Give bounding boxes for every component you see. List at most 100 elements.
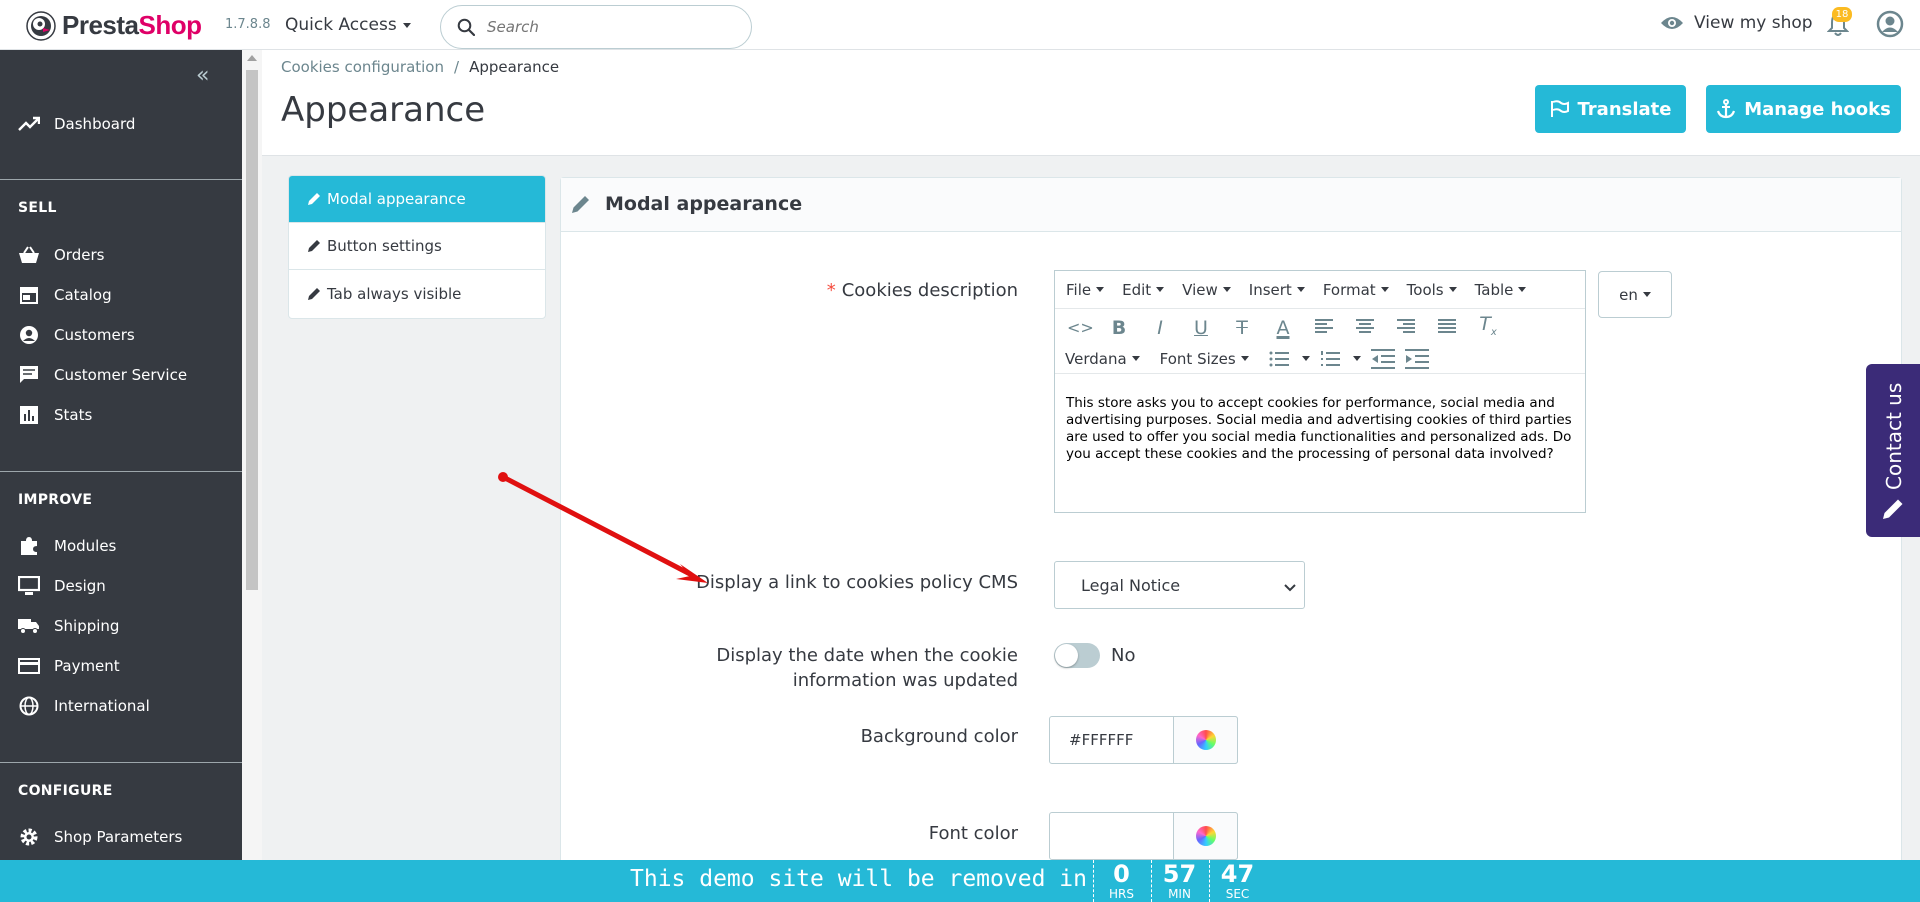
translate-button-label: Translate [1577,98,1672,120]
sidebar-item-label: Shop Parameters [54,828,183,846]
font-size-select[interactable]: Font Sizes [1160,350,1249,368]
breadcrumb-parent-link[interactable]: Cookies configuration [281,58,444,76]
sidebar-item-label: Dashboard [54,115,136,133]
font-color-picker-button[interactable] [1173,812,1238,860]
search-box[interactable] [440,5,752,49]
outdent-icon[interactable] [1370,348,1395,369]
sidebar-divider [0,471,242,472]
color-wheel-icon [1195,826,1216,846]
logo-text-presta: Presta [62,10,139,40]
bold-icon[interactable]: B [1108,318,1130,338]
editor-menubar: File Edit View Insert Format Tools Table [1055,271,1585,309]
sidebar-item-label: Customers [54,326,135,344]
view-my-shop-label: View my shop [1694,13,1813,33]
sidebar-item-stats[interactable]: Stats [0,397,242,433]
sidebar-item-label: International [54,697,150,715]
cms-link-label: Display a link to cookies policy CMS [696,572,1018,593]
sidebar-item-orders[interactable]: Orders [0,237,242,273]
sidebar-item-label: Catalog [54,286,112,304]
collapse-sidebar-icon[interactable]: « [196,63,209,88]
sidebar-item-dashboard[interactable]: Dashboard [0,106,242,142]
italic-icon[interactable]: I [1149,318,1171,338]
panel-title: Modal appearance [605,193,803,215]
menu-insert[interactable]: Insert [1249,281,1305,299]
clear-formatting-icon[interactable]: Tx [1477,314,1499,343]
sidebar-item-label: Design [54,577,106,595]
sidebar-item-modules[interactable]: Modules [0,528,242,564]
account-circle-icon [18,324,40,346]
editor-toolbar-row1: <> B I U T A Tx [1055,310,1585,346]
sidebar-item-customers[interactable]: Customers [0,317,242,353]
sidebar-item-customer-service[interactable]: Customer Service [0,357,242,393]
align-right-icon[interactable] [1395,318,1417,338]
sidebar-item-design[interactable]: Design [0,568,242,604]
pencil-icon [1881,497,1905,525]
align-left-icon[interactable] [1313,318,1335,338]
countdown-seconds: 47 SEC [1209,860,1265,902]
align-justify-icon[interactable] [1436,318,1458,338]
strikethrough-icon[interactable]: T [1231,318,1253,338]
pencil-icon [308,193,320,205]
menu-edit[interactable]: Edit [1122,281,1165,299]
quick-access-dropdown[interactable]: Quick Access [285,15,411,35]
sidebar-item-shipping[interactable]: Shipping [0,608,242,644]
language-dropdown[interactable]: en [1598,271,1672,318]
scroll-up-arrow-icon[interactable] [247,55,257,61]
sidebar-item-payment[interactable]: Payment [0,648,242,684]
tab-always-visible[interactable]: Tab always visible [289,270,545,317]
display-date-label: Display the date when the cookie informat… [716,645,1018,691]
sidebar-scrollbar-thumb[interactable] [246,70,258,590]
chevron-down-icon [1284,578,1296,596]
manage-hooks-button[interactable]: Manage hooks [1706,85,1901,133]
editor-toolbar-row2: Verdana Font Sizes [1055,344,1585,374]
basket-icon [18,244,40,266]
sidebar-divider [0,179,242,180]
menu-file[interactable]: File [1066,281,1105,299]
menu-table[interactable]: Table [1475,281,1527,299]
sidebar-item-label: Customer Service [54,366,188,384]
cookies-description-label: * Cookies description [826,280,1018,301]
truck-icon [18,615,40,637]
view-my-shop-link[interactable]: View my shop [1660,13,1813,33]
sidebar-item-international[interactable]: International [0,688,242,724]
desktop-icon [18,575,40,597]
indent-icon[interactable] [1404,348,1429,369]
bar-chart-icon [18,404,40,426]
tab-label: Button settings [327,237,442,255]
align-center-icon[interactable] [1354,318,1376,338]
font-color-label: Font color [928,823,1018,844]
translate-button[interactable]: Translate [1535,85,1686,133]
menu-tools[interactable]: Tools [1407,281,1457,299]
section-configure: CONFIGURE [18,783,113,799]
source-code-icon[interactable]: <> [1067,318,1094,338]
tab-button-settings[interactable]: Button settings [289,223,545,270]
sidebar [0,50,242,860]
section-improve: IMPROVE [18,492,93,508]
notification-count-badge: 18 [1832,7,1852,22]
tab-label: Tab always visible [327,284,462,303]
prestashop-logo[interactable]: PrestaShop [26,10,202,41]
search-input[interactable] [487,18,727,36]
sidebar-item-label: Orders [54,246,105,264]
chevron-down-icon [1642,292,1651,297]
editor-content[interactable]: This store asks you to accept cookies fo… [1066,395,1581,463]
sidebar-item-catalog[interactable]: Catalog [0,277,242,313]
text-color-icon[interactable]: A [1272,318,1294,338]
menu-format[interactable]: Format [1323,281,1389,299]
menu-view[interactable]: View [1182,281,1231,299]
language-label: en [1619,285,1638,304]
chevron-down-icon [402,22,411,28]
numbered-list-icon[interactable] [1320,350,1361,367]
sidebar-item-shop-parameters[interactable]: Shop Parameters [0,819,242,855]
font-family-select[interactable]: Verdana [1065,350,1140,368]
background-color-picker-button[interactable] [1173,716,1238,764]
globe-icon [18,695,40,717]
cms-page-select[interactable]: Legal Notice [1054,561,1305,609]
trending-up-icon [18,113,40,135]
underline-icon[interactable]: U [1190,318,1212,338]
tab-modal-appearance[interactable]: Modal appearance [289,176,545,223]
sidebar-item-label: Stats [54,406,93,424]
settings-tabs: Modal appearance Button settings Tab alw… [288,175,546,319]
account-button[interactable] [1876,10,1904,42]
bullet-list-icon[interactable] [1269,351,1310,367]
